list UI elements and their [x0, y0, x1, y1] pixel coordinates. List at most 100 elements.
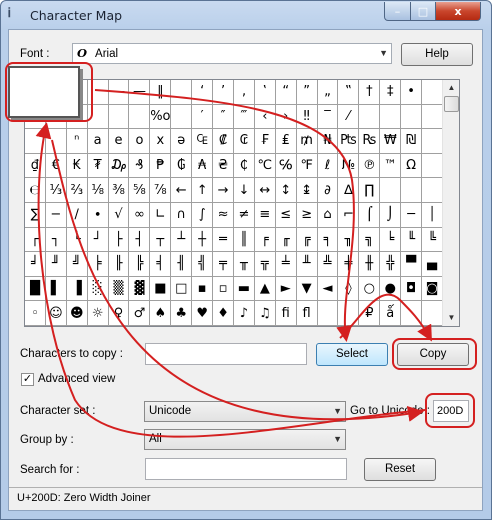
character-cell[interactable] — [401, 301, 423, 326]
character-cell[interactable]: ⁄ — [338, 104, 360, 130]
character-cell[interactable]: ╬ — [380, 252, 402, 277]
character-cell[interactable] — [401, 178, 423, 203]
character-cell[interactable]: ♀ — [108, 301, 130, 326]
character-cell[interactable]: ǻ — [380, 301, 402, 326]
character-cell[interactable]: ₭ — [66, 153, 88, 179]
character-cell[interactable]: ₲ — [171, 153, 193, 179]
character-cell[interactable]: ⌐ — [338, 203, 360, 228]
character-cell[interactable]: ₢ — [233, 129, 255, 154]
character-cell[interactable] — [422, 104, 443, 130]
character-cell[interactable]: ▄ — [422, 252, 443, 277]
character-cell[interactable]: ₩ — [380, 129, 402, 154]
character-cell[interactable]: ┤ — [129, 227, 151, 253]
character-cell[interactable]: _ — [171, 80, 193, 105]
character-cell[interactable]: ∂ — [317, 178, 339, 203]
advanced-view-checkbox[interactable]: ✓ — [21, 373, 34, 386]
character-cell[interactable]: ₴ — [213, 153, 234, 179]
character-cell[interactable]: ﬁ — [275, 301, 297, 326]
character-cell[interactable]: ₥ — [296, 129, 318, 154]
character-cell[interactable]: ╣ — [192, 252, 214, 277]
characters-to-copy-field[interactable] — [145, 343, 307, 365]
character-cell[interactable]: ⅛ — [87, 178, 109, 203]
character-cell[interactable]: ≤ — [275, 203, 297, 228]
character-cell[interactable]: ₨ — [359, 129, 381, 154]
character-cell[interactable]: ♪ — [233, 301, 255, 326]
character-cell[interactable]: ₧ — [338, 129, 360, 154]
minimize-button[interactable]: – — [384, 2, 411, 21]
character-cell[interactable]: ″ — [213, 104, 234, 130]
character-cell[interactable] — [45, 129, 67, 154]
character-cell[interactable]: ‛ — [254, 80, 276, 105]
character-cell[interactable]: ∞ — [129, 203, 151, 228]
character-cell[interactable]: o — [129, 129, 151, 154]
character-cell[interactable]: ╤ — [213, 252, 234, 277]
character-cell[interactable]: › — [275, 104, 297, 130]
character-cell[interactable]: ” — [296, 80, 318, 105]
character-cell[interactable]: ∫ — [192, 203, 214, 228]
character-cell[interactable]: ☼ — [87, 301, 109, 326]
character-cell[interactable]: ░ — [87, 276, 109, 302]
character-cell[interactable]: ♥ — [192, 301, 214, 326]
character-cell[interactable]: — — [108, 80, 130, 105]
character-cell[interactable]: ╡ — [150, 252, 172, 277]
scroll-down-icon[interactable]: ▼ — [444, 310, 459, 326]
character-cell[interactable]: ← — [171, 178, 193, 203]
character-cell[interactable]: ┴ — [171, 227, 193, 253]
character-cell[interactable]: ╒ — [254, 227, 276, 253]
character-cell[interactable]: ╗ — [359, 227, 381, 253]
character-cell[interactable]: ₰ — [129, 153, 151, 179]
search-input[interactable] — [145, 458, 347, 480]
character-cell[interactable]: ◙ — [422, 276, 443, 302]
character-cell[interactable]: → — [213, 178, 234, 203]
character-cell[interactable]: ♣ — [171, 301, 193, 326]
character-cell[interactable]: ┬ — [150, 227, 172, 253]
character-cell[interactable]: ≈ — [213, 203, 234, 228]
character-cell[interactable]: ○ — [359, 276, 381, 302]
character-cell[interactable]: ╘ — [380, 227, 402, 253]
character-cell[interactable] — [317, 301, 339, 326]
character-cell[interactable] — [380, 104, 402, 130]
character-cell[interactable]: ◄ — [317, 276, 339, 302]
character-cell[interactable]: ₵ — [233, 153, 255, 179]
reset-button[interactable]: Reset — [364, 458, 436, 481]
character-cell[interactable]: ╛ — [25, 252, 46, 277]
character-cell[interactable]: ▼ — [296, 276, 318, 302]
character-cell[interactable]: ↑ — [192, 178, 214, 203]
character-cell[interactable]: „ — [317, 80, 339, 105]
character-cell[interactable]: ⌡ — [380, 203, 402, 228]
character-cell[interactable] — [338, 301, 360, 326]
character-cell[interactable]: ╚ — [422, 227, 443, 253]
character-cell[interactable]: ≡ — [254, 203, 276, 228]
group-by-select[interactable]: All ▼ — [144, 429, 346, 450]
character-cell[interactable]: ● — [380, 276, 402, 302]
character-cell[interactable]: ◦ — [25, 301, 46, 326]
character-cell[interactable]: ◘ — [401, 276, 423, 302]
character-cell[interactable]: ☺ — [45, 301, 67, 326]
character-cell[interactable]: ₳ — [192, 153, 214, 179]
character-cell[interactable]: ▬ — [233, 276, 255, 302]
character-cell[interactable]: ≥ — [296, 203, 318, 228]
character-cell[interactable]: ╫ — [359, 252, 381, 277]
character-cell[interactable]: ╟ — [108, 252, 130, 277]
character-cell[interactable]: ‴ — [233, 104, 255, 130]
character-cell[interactable] — [422, 153, 443, 179]
character-cell[interactable]: ╦ — [254, 252, 276, 277]
character-cell[interactable]: ə — [171, 129, 193, 154]
character-cell[interactable]: ╧ — [275, 252, 297, 277]
character-cell[interactable]: ≠ — [233, 203, 255, 228]
character-cell[interactable]: ‘ — [192, 80, 214, 105]
character-cell[interactable]: ▓ — [129, 276, 151, 302]
character-cell[interactable]: ► — [275, 276, 297, 302]
character-cell[interactable]: ℃ — [254, 153, 276, 179]
character-cell[interactable]: ♂ — [129, 301, 151, 326]
character-cell[interactable]: ╕ — [317, 227, 339, 253]
character-cell[interactable]: ↕ — [275, 178, 297, 203]
character-cell[interactable]: ╜ — [45, 252, 67, 277]
character-cell[interactable]: ⅔ — [66, 178, 88, 203]
character-cell[interactable]: ╔ — [296, 227, 318, 253]
character-cell[interactable] — [422, 129, 443, 154]
character-cell[interactable]: ◊ — [338, 276, 360, 302]
character-cell[interactable]: √ — [108, 203, 130, 228]
character-cell[interactable]: ₯ — [108, 153, 130, 179]
character-cell[interactable]: ╙ — [401, 227, 423, 253]
